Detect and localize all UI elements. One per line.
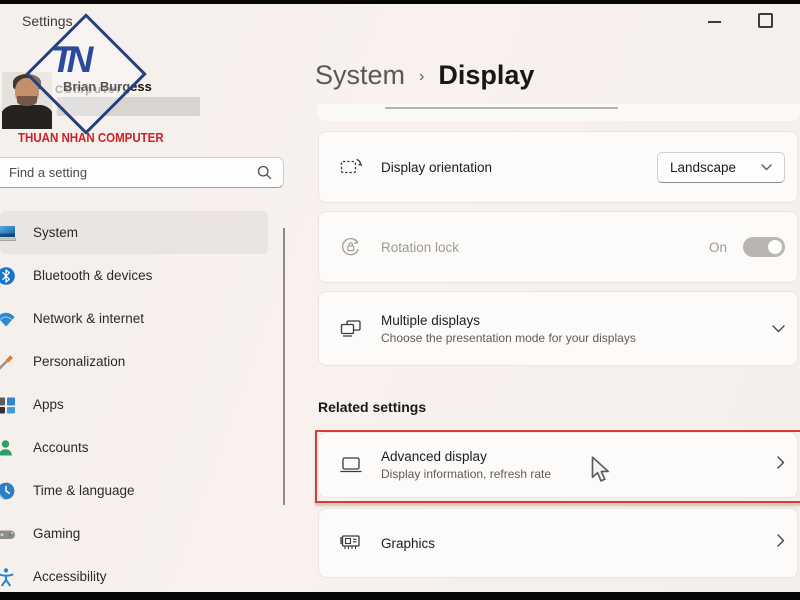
breadcrumb-parent[interactable]: System (315, 60, 405, 91)
wifi-icon (0, 309, 16, 329)
scrolled-card-edge (385, 107, 618, 109)
rotation-lock-card: Rotation lock On (318, 211, 798, 283)
gamepad-icon (0, 524, 16, 544)
bluetooth-icon (0, 266, 16, 286)
sidebar-item-label: Network & internet (33, 311, 144, 326)
display-orientation-card: Display orientation Landscape (318, 131, 798, 203)
scrolled-card-sliver (318, 104, 800, 121)
laptop-icon (0, 223, 16, 243)
breadcrumb-separator-icon: › (419, 68, 424, 86)
maximize-button[interactable] (758, 13, 773, 28)
sidebar-item-label: Accounts (33, 440, 89, 455)
chevron-right-icon (777, 456, 785, 474)
related-settings-heading: Related settings (318, 399, 426, 415)
monitor-icon (339, 453, 363, 477)
sidebar-item-label: Bluetooth & devices (33, 268, 152, 283)
setting-title: Rotation lock (381, 240, 459, 255)
sidebar-item-label: Personalization (33, 354, 125, 369)
orientation-dropdown[interactable]: Landscape (657, 152, 785, 183)
search-input[interactable] (0, 165, 257, 180)
setting-title: Multiple displays (381, 313, 636, 328)
sidebar-item-apps[interactable]: Apps (0, 383, 268, 426)
setting-title: Advanced display (381, 449, 551, 464)
minimize-icon (708, 21, 721, 23)
chevron-down-icon (772, 320, 785, 338)
sidebar-item-system[interactable]: System (0, 211, 268, 254)
page-title: Display (438, 60, 534, 91)
orientation-dropdown-value: Landscape (670, 160, 761, 175)
rotation-lock-icon (339, 235, 363, 259)
search-box[interactable] (0, 157, 284, 188)
search-icon (257, 165, 272, 180)
sidebar-item-label: Accessibility (33, 569, 107, 584)
apps-grid-icon (0, 395, 16, 415)
screen-rotate-icon (339, 155, 363, 179)
multiple-displays-card[interactable]: Multiple displays Choose the presentatio… (318, 291, 798, 366)
setting-subtitle: Display information, refresh rate (381, 467, 551, 481)
watermark-logo-initials: TN (51, 39, 86, 81)
sidebar-item-gaming[interactable]: Gaming (0, 512, 268, 555)
gpu-icon (339, 531, 363, 555)
sidebar-item-label: Apps (33, 397, 64, 412)
sidebar-item-time-language[interactable]: Time & language (0, 469, 268, 512)
mouse-cursor (591, 456, 612, 488)
brush-icon (0, 352, 16, 372)
sidebar-scrollbar[interactable] (283, 228, 285, 505)
sidebar-item-personalization[interactable]: Personalization (0, 340, 268, 383)
accessibility-icon (0, 567, 16, 587)
clock-icon (0, 481, 16, 501)
settings-sidebar: System Bluetooth & devices Network & int… (0, 211, 284, 598)
letterbox-top (0, 0, 800, 4)
setting-subtitle: Choose the presentation mode for your di… (381, 331, 636, 345)
chevron-right-icon (777, 534, 785, 552)
breadcrumb: System › Display (315, 60, 534, 91)
setting-title: Graphics (381, 536, 435, 551)
avatar-beard (17, 96, 37, 106)
sidebar-item-label: Gaming (33, 526, 80, 541)
avatar-shirt (2, 105, 52, 129)
dual-monitor-icon (339, 317, 363, 341)
sidebar-item-bluetooth-devices[interactable]: Bluetooth & devices (0, 254, 268, 297)
person-icon (0, 438, 16, 458)
setting-title: Display orientation (381, 160, 492, 175)
advanced-display-card[interactable]: Advanced display Display information, re… (318, 432, 798, 498)
rotation-lock-toggle[interactable] (743, 237, 785, 257)
sidebar-item-network-internet[interactable]: Network & internet (0, 297, 268, 340)
toggle-state-label: On (709, 240, 727, 255)
graphics-card[interactable]: Graphics (318, 508, 798, 578)
app-title: Settings (22, 13, 73, 29)
sidebar-item-accounts[interactable]: Accounts (0, 426, 268, 469)
watermark-banner: THUAN NHAN COMPUTER (18, 131, 164, 145)
letterbox-bottom (0, 592, 800, 600)
sidebar-item-label: Time & language (33, 483, 135, 498)
minimize-button[interactable] (700, 12, 728, 30)
chevron-down-icon (761, 158, 772, 176)
toggle-knob (768, 240, 782, 254)
sidebar-item-label: System (33, 225, 78, 240)
